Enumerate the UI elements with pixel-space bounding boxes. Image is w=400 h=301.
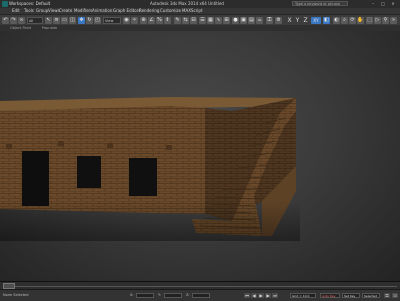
link-icon[interactable]: ∞ bbox=[18, 17, 25, 24]
play-start-icon[interactable]: ⏮ bbox=[244, 293, 250, 298]
align-icon[interactable]: ⊟ bbox=[190, 17, 197, 24]
curve-editor-icon[interactable]: ∿ bbox=[215, 17, 222, 24]
scale-icon[interactable]: ◰ bbox=[94, 17, 101, 24]
window-crossing-icon[interactable]: ◫ bbox=[69, 17, 76, 24]
more-tools-icon[interactable]: » bbox=[390, 17, 397, 24]
y-coord-label: Y: bbox=[158, 293, 161, 297]
window-right bbox=[129, 158, 157, 196]
play-icon[interactable]: ▶ bbox=[258, 293, 264, 298]
z-coord-label: Z: bbox=[186, 293, 190, 297]
zoom-extents-icon[interactable]: ⊡ bbox=[392, 293, 398, 298]
schematic-view-icon[interactable]: ⊞ bbox=[223, 17, 230, 24]
axis-z-button[interactable]: Z bbox=[302, 17, 309, 24]
key-mode-dropdown[interactable]: Selected bbox=[362, 293, 380, 298]
timeline-track bbox=[3, 286, 397, 287]
door-opening bbox=[22, 151, 49, 206]
window-title: Autodesk 3ds Max 2014 x64 Untitled bbox=[150, 1, 224, 6]
lock-icon[interactable]: ⚿ bbox=[266, 17, 273, 24]
z-coord-field[interactable] bbox=[192, 293, 210, 298]
selection-filter-dropdown[interactable]: All bbox=[27, 17, 43, 24]
play-end-icon[interactable]: ⏭ bbox=[272, 293, 278, 298]
x-coord-field[interactable] bbox=[136, 293, 154, 298]
auto-key-button[interactable]: Auto Key bbox=[320, 293, 340, 298]
axis-y-button[interactable]: Y bbox=[294, 17, 301, 24]
grid-readout: Grid = 10.0 bbox=[290, 293, 316, 298]
orbit-icon[interactable]: ⟳ bbox=[349, 17, 356, 24]
status-bar: None Selected X: Y: Z: ⏮ ◀ ▶ ▶ ⏭ Grid = … bbox=[0, 289, 400, 301]
isolate-icon[interactable]: ◐ bbox=[333, 17, 340, 24]
x-coord-label: X: bbox=[130, 293, 134, 297]
app-logo-icon[interactable] bbox=[2, 1, 8, 7]
percent-snap-icon[interactable]: % bbox=[156, 17, 163, 24]
y-coord-field[interactable] bbox=[164, 293, 182, 298]
maximize-button[interactable]: □ bbox=[380, 1, 386, 6]
set-key-button[interactable]: Set Key bbox=[342, 293, 360, 298]
angle-snap-icon[interactable]: ∠ bbox=[148, 17, 155, 24]
field-of-view-icon[interactable]: ▷ bbox=[374, 17, 381, 24]
building-model[interactable] bbox=[0, 97, 300, 241]
axis-x-button[interactable]: X bbox=[286, 17, 293, 24]
spinner-snap-icon[interactable]: ⇕ bbox=[164, 17, 171, 24]
rotate-icon[interactable]: ↻ bbox=[86, 17, 93, 24]
walkthrough-icon[interactable]: ⚲ bbox=[382, 17, 389, 24]
viewport-config-icon[interactable]: ⚙ bbox=[275, 17, 282, 24]
select-object-icon[interactable]: ↖ bbox=[45, 17, 52, 24]
axis-xy-button[interactable]: XY bbox=[311, 17, 321, 24]
play-prev-icon[interactable]: ◀ bbox=[251, 293, 257, 298]
manipulate-icon[interactable]: ✧ bbox=[131, 17, 138, 24]
redo-icon[interactable]: ↷ bbox=[10, 17, 17, 24]
maximize-viewport-icon[interactable]: ⬚ bbox=[366, 17, 373, 24]
key-filters-icon[interactable]: ⚿ bbox=[384, 293, 390, 298]
search-input[interactable]: Type a keyword or phrase bbox=[292, 1, 348, 6]
named-selection-icon[interactable]: ✎ bbox=[174, 17, 181, 24]
rendered-frame-icon[interactable]: ▤ bbox=[248, 17, 255, 24]
render-setup-icon[interactable]: ▣ bbox=[240, 17, 247, 24]
pivot-icon[interactable]: ◉ bbox=[123, 17, 130, 24]
snap-toggle-icon[interactable]: ⊕ bbox=[140, 17, 147, 24]
perspective-viewport[interactable] bbox=[0, 31, 400, 281]
reference-coord-dropdown[interactable]: View bbox=[103, 17, 121, 24]
close-button[interactable]: × bbox=[390, 1, 396, 6]
selection-status: None Selected bbox=[3, 293, 29, 297]
select-by-name-icon[interactable]: ≡ bbox=[53, 17, 60, 24]
play-next-icon[interactable]: ▶ bbox=[265, 293, 271, 298]
graphite-toggle-icon[interactable]: ▦ bbox=[207, 17, 214, 24]
render-production-icon[interactable]: ☕ bbox=[256, 17, 263, 24]
undo-icon[interactable]: ↶ bbox=[2, 17, 9, 24]
move-icon[interactable]: ✥ bbox=[78, 17, 85, 24]
mirror-icon[interactable]: ⇆ bbox=[182, 17, 189, 24]
material-editor-icon[interactable]: ● bbox=[232, 17, 239, 24]
constraint-icon[interactable]: ◧ bbox=[323, 17, 330, 24]
pan-icon[interactable]: ✋ bbox=[357, 17, 364, 24]
minimize-button[interactable]: – bbox=[370, 1, 376, 6]
zoom-icon[interactable]: ⌕ bbox=[341, 17, 348, 24]
workspace-label[interactable]: Workspaces: Default bbox=[9, 0, 50, 8]
rect-selection-icon[interactable]: ▭ bbox=[61, 17, 68, 24]
scene-render bbox=[0, 97, 300, 241]
window-left bbox=[77, 156, 101, 188]
layer-manager-icon[interactable]: ☰ bbox=[199, 17, 206, 24]
